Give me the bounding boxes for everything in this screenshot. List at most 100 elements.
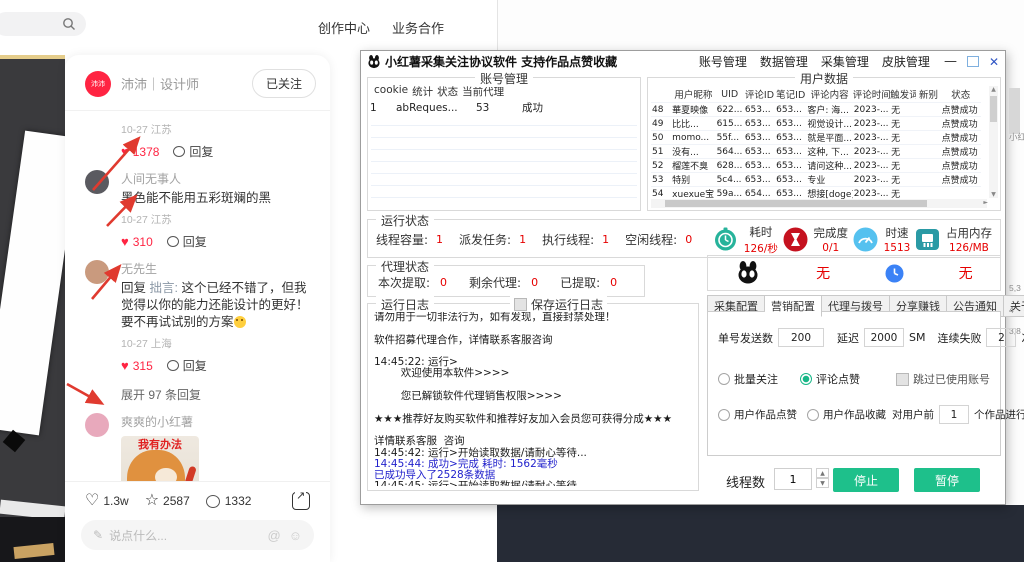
comment-input-placeholder: 说点什么... — [109, 527, 167, 544]
account-table-empty-rows — [371, 114, 637, 209]
comment-like-radio[interactable] — [800, 373, 812, 385]
follow-button[interactable]: 已关注 — [252, 69, 316, 98]
comment-meme-image[interactable]: 我有办法 给你0拍 — [121, 436, 199, 481]
reply-bubble-icon[interactable] — [167, 360, 179, 371]
mention-at-icon[interactable]: @ — [268, 528, 281, 543]
stop-button[interactable]: 停止 — [833, 468, 899, 492]
commenter-avatar[interactable] — [85, 413, 109, 437]
search-input[interactable] — [0, 12, 86, 36]
pause-button[interactable]: 暂停 — [914, 468, 980, 492]
top-nav: 创作中心 业务合作 — [318, 18, 444, 37]
commenter-name[interactable]: 无先生 — [121, 260, 314, 277]
user-work-like-radio[interactable] — [718, 409, 730, 421]
like-count[interactable]: 310 — [133, 235, 153, 249]
expand-replies-button[interactable]: 展开 97 条回复 — [121, 386, 314, 403]
nav-business-cooperation[interactable]: 业务合作 — [392, 18, 444, 37]
scrollbar-thumb[interactable] — [990, 96, 997, 122]
comment-item: 无先生 回复 拙言: 这个已经不错了，但我觉得以你的能力还能设计的更好！要不再试… — [85, 260, 314, 374]
maximize-button[interactable] — [967, 56, 979, 67]
commenter-name[interactable]: 爽爽的小红薯 — [121, 413, 199, 430]
thread-count-stepper: ▲ ▼ — [816, 468, 829, 490]
stepper-down-icon[interactable]: ▼ — [816, 478, 829, 488]
account-table-row[interactable]: 1 abReques... 53 成功 — [368, 101, 640, 114]
user-table-row[interactable]: 51没有...564...653...653...这种, 下...2023-..… — [651, 145, 981, 159]
tool-title: 小红薯采集关注协议软件 支持作品点赞收藏 — [385, 53, 617, 70]
timer-icon — [713, 227, 738, 252]
save-log-checkbox[interactable] — [514, 298, 527, 311]
emoji-smiley-icon[interactable]: ☺ — [289, 528, 302, 543]
per-user-input[interactable]: 1 — [939, 405, 969, 424]
reply-target-name[interactable]: 拙言: — [150, 281, 178, 295]
tool-menu-item[interactable]: 账号管理 — [699, 53, 747, 70]
reply-bubble-icon[interactable] — [173, 146, 185, 157]
author-name[interactable]: 沛沛｜设计师 — [121, 74, 199, 93]
user-column-header: UID — [716, 86, 744, 103]
tool-menu-item[interactable]: 采集管理 — [821, 53, 869, 70]
horizontal-scrollbar[interactable]: ► — [651, 199, 987, 208]
send-count-input[interactable]: 200 — [778, 328, 824, 347]
fail-input[interactable]: 2 — [986, 328, 1016, 347]
log-line: 欢迎使用本软件>>>> — [374, 368, 694, 379]
scroll-down-icon[interactable]: ▼ — [989, 191, 998, 198]
stepper-up-icon[interactable]: ▲ — [816, 468, 829, 478]
reply-button[interactable]: 回复 — [189, 143, 213, 160]
like-heart-icon[interactable]: ♥ — [121, 235, 129, 248]
user-work-fav-label: 用户作品收藏 — [823, 407, 886, 422]
logo-status-row: 无 无 — [707, 255, 1001, 291]
thread-count-input[interactable]: 1 — [774, 468, 812, 490]
like-heart-icon[interactable]: ♥ — [121, 145, 129, 158]
user-table-row[interactable]: 49比比...615...653...653...视觉设计...2023-...… — [651, 117, 981, 131]
run-log-legend: 运行日志 — [376, 296, 434, 313]
strip-text: 小红 — [1009, 131, 1024, 143]
metric-memory: 占用内存126/MB — [915, 225, 992, 254]
tool-menu-item[interactable]: 皮肤管理 — [882, 53, 930, 70]
status-none-right: 无 — [959, 263, 973, 283]
log-line: 软件招募代理合作，详情联系客服咨询 — [374, 335, 694, 346]
reply-button[interactable]: 回复 — [183, 357, 207, 374]
vertical-scrollbar[interactable]: ▲ ▼ — [989, 86, 998, 198]
commenter-avatar[interactable] — [85, 260, 109, 284]
user-column-header: 评论内容 — [806, 86, 852, 103]
nav-creator-center[interactable]: 创作中心 — [318, 18, 370, 37]
share-icon[interactable] — [292, 492, 310, 510]
comment-input[interactable]: ✎ 说点什么... @ ☺ — [81, 520, 314, 550]
tool-titlebar[interactable]: 小红薯采集关注协议软件 支持作品点赞收藏 账号管理数据管理采集管理皮肤管理 — … — [361, 51, 1005, 72]
scrollbar-thumb[interactable] — [665, 200, 927, 207]
author-avatar[interactable]: 沛沛 — [85, 71, 111, 97]
scroll-up-icon[interactable]: ▲ — [989, 86, 998, 93]
user-column-header: 状态 — [941, 86, 981, 103]
user-table-row[interactable]: 54xuexue宝59a...654...653...想接[doge]2023-… — [651, 187, 981, 201]
commenter-avatar[interactable] — [85, 170, 109, 194]
like-count[interactable]: 1378 — [133, 145, 160, 159]
minimize-button[interactable]: — — [944, 55, 957, 68]
like-count[interactable]: 315 — [133, 359, 153, 373]
commenter-name[interactable]: 人间无事人 — [121, 170, 271, 187]
comment-bubble-icon[interactable] — [206, 495, 220, 508]
like-heart-icon[interactable]: ♥ — [121, 359, 129, 372]
scroll-right-icon[interactable]: ► — [983, 199, 988, 206]
log-line: 请勿用于一切非法行为，如有发现，直接封禁处理！ — [374, 312, 694, 323]
user-table-row[interactable]: 50momo...55f...653...653...就是平面...2023-.… — [651, 131, 981, 145]
metric-speed: 时速1513 — [853, 225, 911, 254]
tool-menu-item[interactable]: 数据管理 — [760, 53, 808, 70]
like-outline-icon[interactable]: ♡ — [85, 493, 99, 509]
meme-text-top: 我有办法 — [121, 436, 199, 452]
config-tab[interactable]: 营销配置 — [765, 295, 822, 317]
pencil-icon: ✎ — [93, 528, 103, 542]
comment-text: 回复 拙言: 这个已经不错了，但我觉得以你的能力还能设计的更好！要不再试试别的方… — [121, 280, 314, 331]
skip-used-checkbox[interactable] — [896, 373, 909, 386]
user-table-row[interactable]: 53特别5c4...653...653...专业2023-...无点赞成功 — [651, 173, 981, 187]
reply-button[interactable]: 回复 — [183, 233, 207, 250]
user-column-header: 新别 — [916, 86, 940, 103]
delay-label: 延迟 — [837, 330, 859, 346]
collect-star-icon[interactable]: ☆ — [145, 493, 159, 509]
batch-follow-radio[interactable] — [718, 373, 730, 385]
close-button[interactable]: ✕ — [989, 55, 999, 69]
user-table-row[interactable]: 48華夏映像622...653...653...客户: 海...2023-...… — [651, 103, 981, 117]
user-work-fav-radio[interactable] — [807, 409, 819, 421]
metric-progress: 完成度0/1 — [783, 225, 849, 254]
background-scrollbar — [1009, 88, 1020, 134]
user-table-row[interactable]: 52榴莲不臭628...653...653...请问这种...2023-...无… — [651, 159, 981, 173]
delay-input[interactable]: 2000 — [864, 328, 904, 347]
reply-bubble-icon[interactable] — [167, 236, 179, 247]
